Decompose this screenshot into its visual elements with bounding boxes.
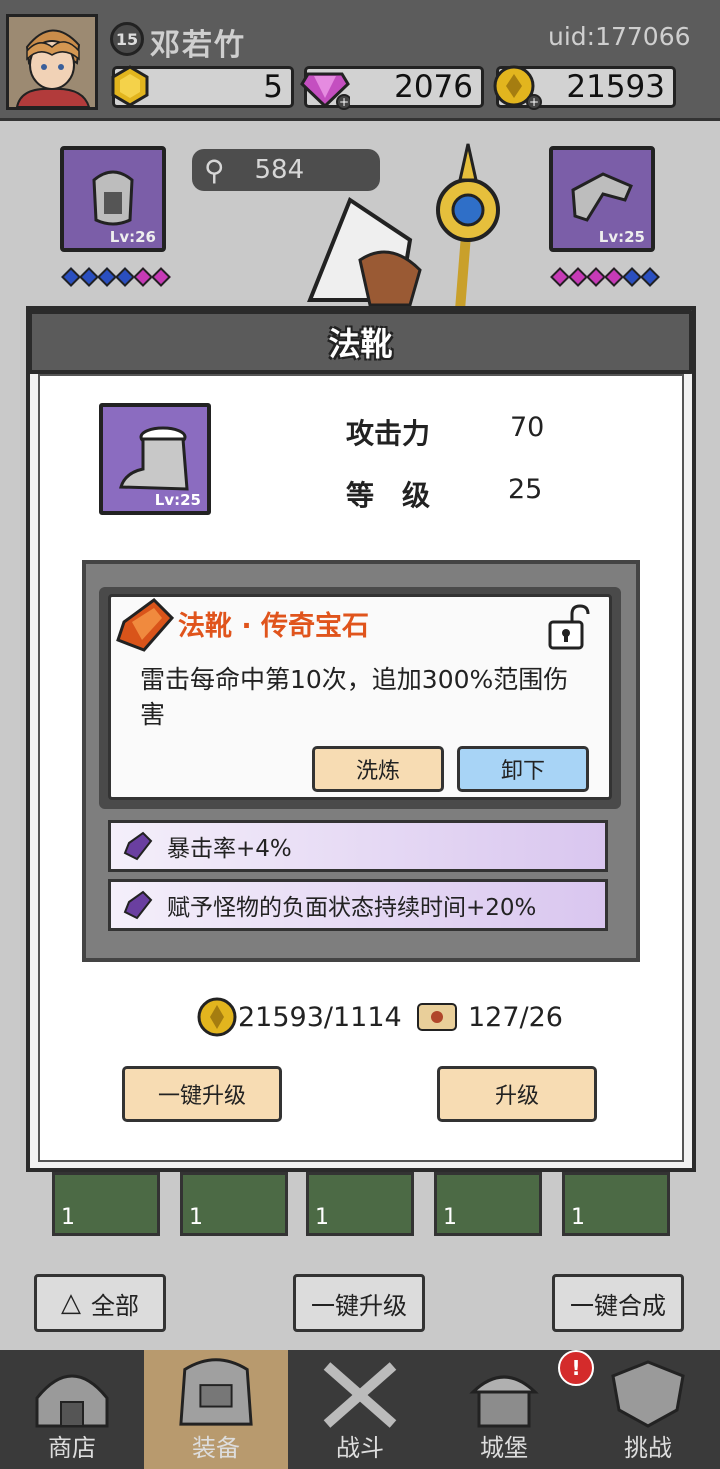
nav-battle[interactable]: 战斗 — [288, 1350, 432, 1469]
gold-cost: 21593/1114 — [196, 996, 402, 1038]
nav-challenge[interactable]: 挑战 — [576, 1350, 720, 1469]
one-key-merge-button[interactable]: 一键合成 — [552, 1274, 684, 1332]
svg-text:+: + — [529, 95, 539, 109]
stat-level-label: 等 级 — [346, 479, 431, 512]
gold-coin-icon — [197, 997, 237, 1037]
scroll-icon — [417, 1003, 457, 1031]
gold-value: 21593 — [566, 69, 665, 105]
purple-gem-icon — [123, 831, 153, 861]
crossed-swords-icon — [323, 1362, 397, 1428]
gold-coin-icon[interactable]: + — [492, 64, 542, 110]
nav-shop[interactable]: 商店 — [0, 1350, 144, 1469]
inventory-item[interactable]: 1 — [52, 1172, 160, 1236]
inventory-item[interactable]: 1 — [180, 1172, 288, 1236]
unlock-icon[interactable] — [546, 604, 592, 654]
shield-icon — [611, 1360, 685, 1428]
purple-gem-icon — [123, 890, 153, 920]
modal-title: 法靴 — [28, 310, 693, 374]
inventory-item[interactable]: 1 — [562, 1172, 670, 1236]
player-level-badge: 15 — [110, 22, 144, 56]
player-name: 邓若竹 — [150, 28, 246, 63]
stat-attack-label: 攻击力 — [346, 417, 431, 450]
one-key-upgrade-button[interactable]: 一键升级 — [122, 1066, 282, 1122]
diamond-value: 2076 — [394, 69, 473, 105]
player-uid: uid:177066 — [548, 22, 691, 51]
one-key-upgrade-all-button[interactable]: 一键升级 — [293, 1274, 425, 1332]
left-gem-strip — [61, 267, 171, 287]
energy-value: 5 — [263, 69, 283, 105]
filter-all-button[interactable]: △ 全部 — [34, 1274, 166, 1332]
upgrade-button[interactable]: 升级 — [437, 1066, 597, 1122]
player-avatar[interactable] — [6, 14, 98, 110]
nav-equipment[interactable]: 装备 — [144, 1350, 288, 1469]
equip-slot-helmet[interactable]: Lv:26 — [60, 146, 166, 252]
nav-castle[interactable]: 城堡 — [432, 1350, 576, 1469]
inventory-item[interactable]: 1 — [434, 1172, 542, 1236]
hero-mage-figure — [290, 140, 540, 314]
wrench-icon: ⚲ — [204, 153, 225, 187]
energy-crystal-icon — [108, 64, 152, 108]
affix-row: 暴击率+4% — [108, 820, 608, 872]
stat-attack-value: 70 — [510, 412, 545, 443]
legendary-gem-icon — [114, 596, 176, 658]
diamond-icon[interactable]: + — [300, 64, 352, 110]
gem-description: 雷击每命中第10次，追加300%范围伤害 — [140, 665, 569, 729]
shop-icon — [35, 1374, 109, 1428]
scroll-cost: 127/26 — [412, 996, 563, 1038]
right-gem-strip — [550, 267, 660, 287]
equip-slot-bracer[interactable]: Lv:25 — [549, 146, 655, 252]
castle-icon — [469, 1375, 539, 1428]
unequip-button[interactable]: 卸下 — [457, 746, 589, 792]
item-level: Lv:25 — [154, 491, 201, 509]
affix-row: 赋予怪物的负面状态持续时间+20% — [108, 879, 608, 931]
slot-level: Lv:25 — [598, 228, 645, 246]
svg-text:+: + — [339, 95, 349, 109]
triangle-up-icon: △ — [61, 1288, 81, 1318]
item-icon-box: Lv:25 — [99, 403, 211, 515]
gem-title: 法靴 · 传奇宝石 — [178, 611, 370, 642]
inventory-item[interactable]: 1 — [306, 1172, 414, 1236]
stat-level-value: 25 — [508, 474, 543, 505]
refine-button[interactable]: 洗炼 — [312, 746, 444, 792]
backpack-icon — [179, 1358, 253, 1426]
slot-level: Lv:26 — [109, 228, 156, 246]
